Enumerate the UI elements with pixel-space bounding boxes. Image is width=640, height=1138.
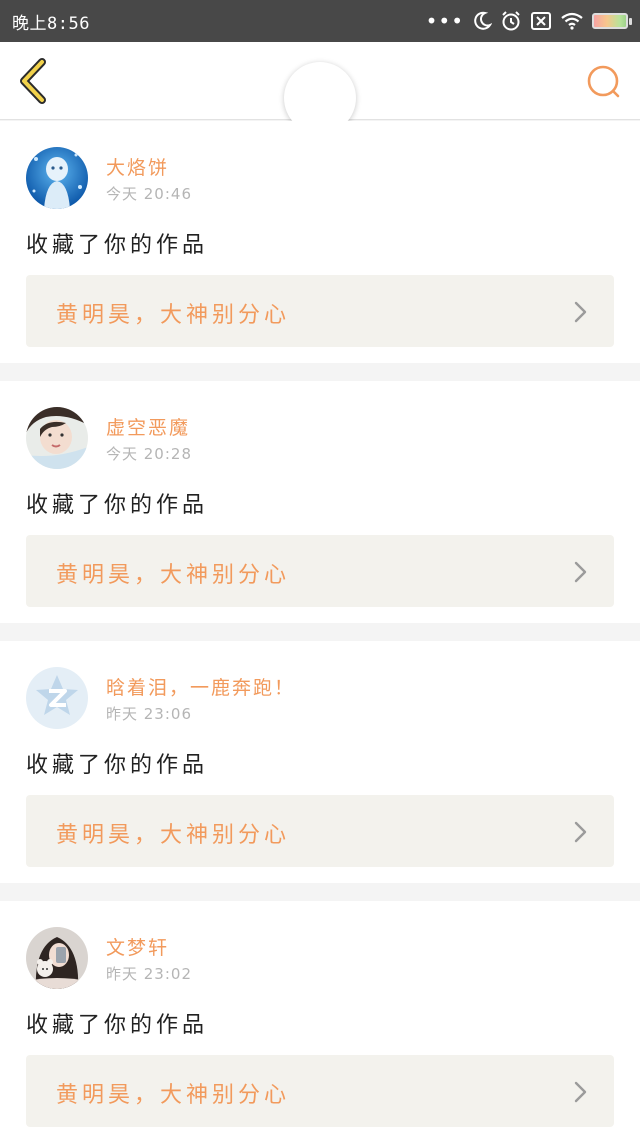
username[interactable]: 虚空恶魔 <box>106 413 190 440</box>
status-time: 晚上8:56 <box>12 13 90 34</box>
work-link[interactable]: 黄明昊，大神别分心 <box>26 275 614 347</box>
action-text: 收藏了你的作品 <box>26 1013 209 1038</box>
action-text: 收藏了你的作品 <box>26 753 209 778</box>
chevron-right-icon <box>574 561 587 583</box>
avatar[interactable] <box>26 407 88 469</box>
no-sim-icon <box>530 10 552 32</box>
timestamp: 今天 20:46 <box>106 185 192 203</box>
work-link[interactable]: 黄明昊，大神别分心 <box>26 535 614 607</box>
avatar[interactable] <box>26 667 88 729</box>
status-icons: ••• <box>425 9 632 33</box>
more-dots-icon: ••• <box>425 9 464 33</box>
work-link[interactable]: 黄明昊，大神别分心 <box>26 795 614 867</box>
notification-card: 大烙饼 今天 20:46 收藏了你的作品 黄明昊，大神别分心 <box>0 121 640 363</box>
work-title: 黄明昊，大神别分心 <box>56 563 291 588</box>
action-text: 收藏了你的作品 <box>26 493 209 518</box>
battery-icon <box>592 10 632 32</box>
timestamp: 今天 20:28 <box>106 445 192 463</box>
work-link[interactable]: 黄明昊，大神别分心 <box>26 1055 614 1127</box>
chevron-right-icon <box>574 301 587 323</box>
alarm-icon <box>500 10 522 32</box>
wifi-icon <box>560 10 584 32</box>
moon-icon <box>472 10 492 32</box>
chevron-right-icon <box>574 1081 587 1103</box>
work-title: 黄明昊，大神别分心 <box>56 303 291 328</box>
action-text: 收藏了你的作品 <box>26 233 209 258</box>
timestamp: 昨天 23:02 <box>106 965 192 983</box>
work-title: 黄明昊，大神别分心 <box>56 823 291 848</box>
notification-feed: 大烙饼 今天 20:46 收藏了你的作品 黄明昊，大神别分心 虚空恶魔 今天 2… <box>0 121 640 1138</box>
username[interactable]: 晗着泪，一鹿奔跑！ <box>106 673 295 700</box>
status-bar: 晚上8:56 ••• <box>0 0 640 42</box>
username[interactable]: 文梦轩 <box>106 933 169 960</box>
notification-card: 文梦轩 昨天 23:02 收藏了你的作品 黄明昊，大神别分心 <box>0 901 640 1138</box>
chevron-right-icon <box>574 821 587 843</box>
username[interactable]: 大烙饼 <box>106 153 169 180</box>
notification-card: 虚空恶魔 今天 20:28 收藏了你的作品 黄明昊，大神别分心 <box>0 381 640 623</box>
timestamp: 昨天 23:06 <box>106 705 192 723</box>
work-title: 黄明昊，大神别分心 <box>56 1083 291 1108</box>
avatar[interactable] <box>26 147 88 209</box>
notification-card: 晗着泪，一鹿奔跑！ 昨天 23:06 收藏了你的作品 黄明昊，大神别分心 <box>0 641 640 883</box>
avatar[interactable] <box>26 927 88 989</box>
search-button[interactable] <box>584 62 624 102</box>
search-icon <box>587 65 620 98</box>
